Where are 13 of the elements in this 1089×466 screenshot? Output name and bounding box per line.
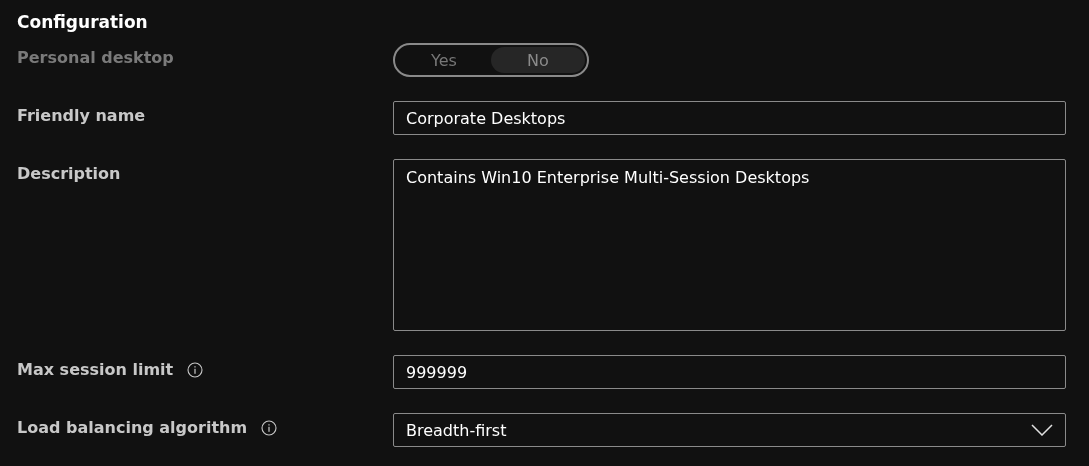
field-label: Description — [17, 164, 121, 183]
text-area[interactable]: Contains Win10 Enterprise Multi-Session Desktops — [393, 159, 1066, 331]
field-label: Max session limit — [17, 360, 174, 379]
info-icon[interactable] — [187, 361, 204, 378]
field-label: Load balancing algorithm — [17, 418, 248, 437]
section-title: Configuration — [17, 11, 149, 34]
dropdown[interactable]: Breadth-first — [393, 413, 1066, 447]
field-label: Personal desktop — [17, 48, 174, 67]
info-icon[interactable] — [261, 419, 278, 436]
input-field[interactable]: 999999 — [393, 355, 1066, 389]
input-field[interactable]: Corporate Desktops — [393, 101, 1066, 135]
chevron-down-icon — [1031, 424, 1053, 436]
field-label: Friendly name — [17, 106, 146, 125]
